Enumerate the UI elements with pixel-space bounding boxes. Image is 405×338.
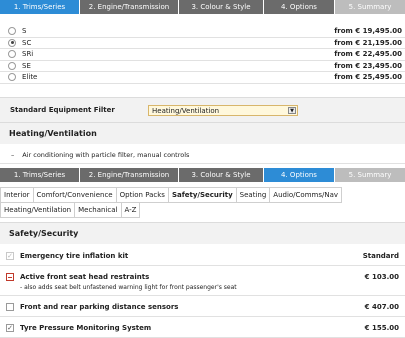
equipment-item-text: Air conditioning with particle filter, m… [22,150,190,159]
radio-selected-icon[interactable] [8,38,16,47]
trim-price: from € 19,495.00 [334,27,402,36]
option-note: - also adds seat belt unfastened warning… [20,284,237,291]
chevron-down-icon[interactable]: ▼ [288,106,296,114]
standard-equipment-filter: Standard Equipment Filter Heating/Ventil… [0,97,405,122]
step-options[interactable]: 4. Options [264,0,334,14]
filter-value: Heating/Ventilation [152,106,220,115]
trim-list: S from € 19,495.00 SC from € 21,195.00 S… [0,26,405,84]
trim-name: Elite [22,73,38,82]
step-trims-series[interactable]: 1. Trims/Series [0,168,79,182]
step-colour-style[interactable]: 3. Colour & Style [179,168,263,182]
radio-icon[interactable] [8,50,16,59]
option-name: Emergency tire inflation kit [20,251,129,260]
trim-row[interactable]: S from € 19,495.00 [0,26,405,38]
trim-name: SC [22,38,32,47]
checkmark-icon: ✓ [6,251,14,260]
checkbox[interactable] [6,302,14,311]
trim-row[interactable]: Elite from € 25,495.00 [0,72,405,84]
step-summary: 5. Summary [335,0,405,14]
radio-icon[interactable] [8,27,16,36]
option-row: Active front seat head restraints - also… [0,267,405,296]
tab-audio-comms-nav[interactable]: Audio/Comms/Nav [269,187,343,203]
conflict-minus-icon[interactable] [6,273,14,281]
filter-label: Standard Equipment Filter [10,106,115,114]
step-navigation-bottom: 1. Trims/Series 2. Engine/Transmission 3… [0,168,405,182]
tab-comfort-convenience[interactable]: Comfort/Convenience [32,187,117,203]
step-summary: 5. Summary [335,168,405,182]
trim-price: from € 25,495.00 [334,73,402,82]
step-navigation-top: 1. Trims/Series 2. Engine/Transmission 3… [0,0,405,14]
heating-ventilation-title: Heating/Ventilation [0,122,405,144]
option-row: Front and rear parking distance sensors … [0,297,405,317]
bullet-dash: – [11,150,15,159]
step-engine-transmission[interactable]: 2. Engine/Transmission [80,0,178,14]
trim-price: from € 21,195.00 [334,38,402,47]
trim-row[interactable]: SRi from € 22,495.00 [0,49,405,61]
step-colour-style[interactable]: 3. Colour & Style [179,0,263,14]
step-options[interactable]: 4. Options [264,168,334,182]
option-price: € 103.00 [364,273,399,281]
checkmark-icon[interactable]: ✓ [6,323,14,332]
option-category-tabs: Interior Comfort/Convenience Option Pack… [0,187,405,218]
radio-icon[interactable] [8,61,16,70]
step-engine-transmission[interactable]: 2. Engine/Transmission [80,168,178,182]
step-trims-series[interactable]: 1. Trims/Series [0,0,79,14]
trim-price: from € 23,495.00 [334,61,402,70]
tab-seating[interactable]: Seating [235,187,271,203]
radio-icon[interactable] [8,73,16,82]
tab-option-packs[interactable]: Option Packs [115,187,169,203]
tab-mechanical[interactable]: Mechanical [74,202,122,218]
option-name: Front and rear parking distance sensors [20,302,179,311]
trim-row[interactable]: SE from € 23,495.00 [0,60,405,72]
safety-security-title: Safety/Security [0,222,405,244]
tab-a-z[interactable]: A-Z [120,202,141,218]
tab-safety-security[interactable]: Safety/Security [167,187,237,203]
option-price: Standard [362,251,399,260]
option-row: ✓ Tyre Pressure Monitoring System € 155.… [0,318,405,338]
trim-price: from € 22,495.00 [334,50,402,59]
option-row: ✓ Emergency tire inflation kit Standard [0,246,405,266]
trim-row[interactable]: SC from € 21,195.00 [0,37,405,49]
option-name: Tyre Pressure Monitoring System [20,323,152,332]
tab-heating-ventilation[interactable]: Heating/Ventilation [0,202,76,218]
trim-name: SRi [22,50,34,59]
trim-name: S [22,27,27,36]
option-price: € 155.00 [364,323,399,332]
trim-name: SE [22,61,31,70]
option-price: € 407.00 [364,302,399,311]
list-item: – Air conditioning with particle filter,… [0,146,405,164]
option-name: Active front seat head restraints [20,273,150,281]
filter-select[interactable]: Heating/Ventilation ▼ [148,104,298,116]
tab-interior[interactable]: Interior [0,187,34,203]
